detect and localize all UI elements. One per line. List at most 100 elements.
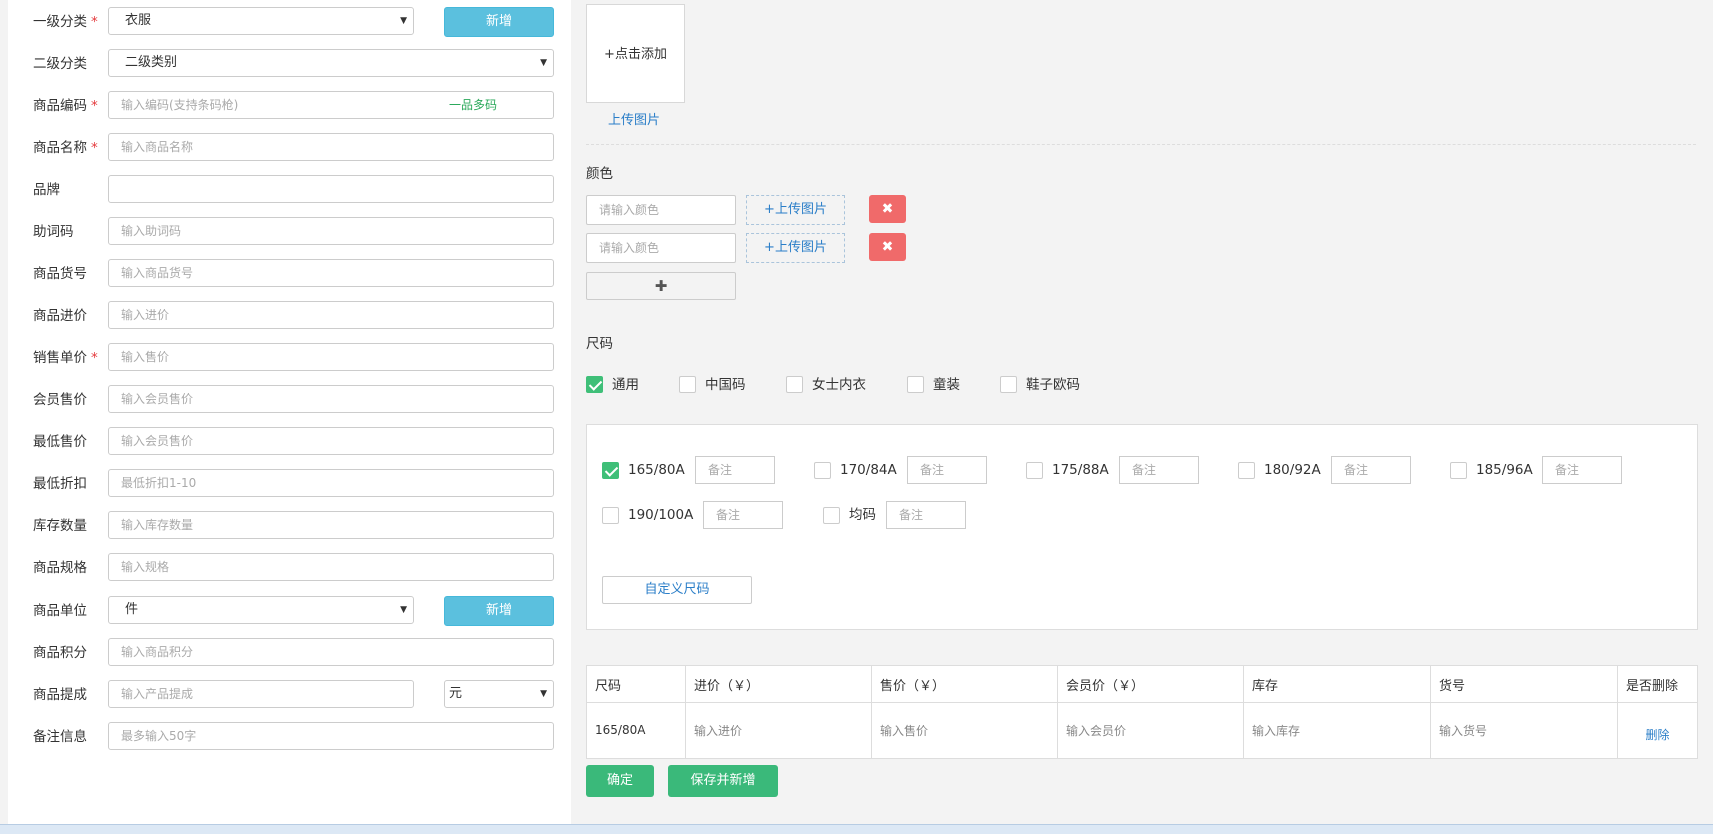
size-tab-label: 童装 [933,377,960,393]
member-price-cell-input[interactable]: 输入会员价 [1066,724,1126,738]
remark-input[interactable] [108,722,554,750]
stock-label: 库存数量 [33,518,87,534]
cell-size: 165/80A [586,702,686,759]
header-sale: 售价（￥） [871,665,1058,703]
category1-label: 一级分类 * [33,14,98,30]
delete-row-link[interactable]: 删除 [1617,702,1698,759]
cell-sale[interactable]: 输入售价 [871,702,1058,759]
cell-member[interactable]: 输入会员价 [1057,702,1244,759]
checkbox-165-80a[interactable] [602,462,619,479]
chevron-down-icon: ▼ [400,16,407,26]
add-unit-button[interactable]: 新增 [444,596,554,626]
divider [586,144,1696,145]
name-input[interactable] [108,133,554,161]
checkbox-shoes[interactable] [1000,376,1017,393]
checkbox-190-100a[interactable] [602,507,619,524]
custom-size-button[interactable]: 自定义尺码 [602,576,752,604]
header-item-no: 货号 [1430,665,1618,703]
checkbox-general[interactable] [586,376,603,393]
spec-input[interactable] [108,553,554,581]
commission-input[interactable] [108,680,414,708]
size-option-label: 170/84A [840,462,897,478]
image-upload-box[interactable]: +点击添加 [586,4,685,103]
sale-price-cell-input[interactable]: 输入售价 [880,724,928,738]
add-category-button[interactable]: 新增 [444,7,554,37]
spec-panel: +点击添加 上传图片 颜色 +上传图片 ✖ +上传图片 ✖ ✚ 尺码 通用 中国… [586,0,1713,833]
item-no-row: 商品货号 [8,259,571,289]
sale-price-label: 销售单价 * [33,350,98,366]
table-row: 165/80A 输入进价 输入售价 输入会员价 输入库存 输入货号 删除 [586,702,1698,759]
points-input[interactable] [108,638,554,666]
checkbox-170-84a[interactable] [814,462,831,479]
size-option-label: 均码 [849,507,876,523]
commission-row: 商品提成 元 ▼ [8,680,571,710]
purchase-price-cell-input[interactable]: 输入进价 [694,724,742,738]
remark-row: 备注信息 [8,722,571,752]
member-price-row: 会员售价 [8,385,571,415]
save-and-new-button[interactable]: 保存并新增 [668,765,778,797]
confirm-button[interactable]: 确定 [586,765,654,797]
delete-color-button-2[interactable]: ✖ [869,233,906,261]
checkbox-180-92a[interactable] [1238,462,1255,479]
chevron-down-icon: ▼ [400,605,407,615]
checkbox-one-size[interactable] [823,507,840,524]
checkbox-185-96a[interactable] [1450,462,1467,479]
size-note-input[interactable] [695,456,775,484]
category2-select[interactable]: 二级类别 ▼ [108,49,554,77]
sale-price-input[interactable] [108,343,554,371]
size-note-input[interactable] [907,456,987,484]
color-input-1[interactable] [586,195,736,225]
cell-item-no[interactable]: 输入货号 [1430,702,1618,759]
checkbox-175-88a[interactable] [1026,462,1043,479]
delete-color-button-1[interactable]: ✖ [869,195,906,223]
checkbox-china[interactable] [679,376,696,393]
commission-unit-select[interactable]: 元 ▼ [444,680,554,708]
min-price-input[interactable] [108,427,554,455]
size-note-input[interactable] [886,501,966,529]
color-upload-button-2[interactable]: +上传图片 [746,233,845,263]
size-note-input[interactable] [1331,456,1411,484]
commission-unit-value: 元 [449,686,463,701]
category2-label: 二级分类 [33,56,87,72]
mnemonic-row: 助词码 [8,217,571,247]
multi-code-link[interactable]: 一品多码 [449,91,497,119]
chevron-down-icon: ▼ [540,58,547,68]
min-price-label: 最低售价 [33,434,87,450]
color-input-2[interactable] [586,233,736,263]
header-purchase: 进价（￥） [685,665,872,703]
cell-stock[interactable]: 输入库存 [1243,702,1431,759]
sku-table: 尺码 进价（￥） 售价（￥） 会员价（￥） 库存 货号 是否删除 165/80A… [586,665,1698,759]
checkbox-lingerie[interactable] [786,376,803,393]
upload-image-link[interactable]: 上传图片 [608,109,660,128]
table-header-row: 尺码 进价（￥） 售价（￥） 会员价（￥） 库存 货号 是否删除 [586,665,1698,703]
mnemonic-input[interactable] [108,217,554,245]
member-price-input[interactable] [108,385,554,413]
size-note-input[interactable] [703,501,783,529]
min-discount-input[interactable] [108,469,554,497]
size-note-input[interactable] [1119,456,1199,484]
mnemonic-label: 助词码 [33,224,74,240]
color-upload-button-1[interactable]: +上传图片 [746,195,845,225]
size-option-label: 190/100A [628,507,694,523]
add-color-button[interactable]: ✚ [586,272,736,300]
min-discount-label: 最低折扣 [33,476,87,492]
checkbox-kids[interactable] [907,376,924,393]
purchase-price-label: 商品进价 [33,308,87,324]
category2-row: 二级分类 二级类别 ▼ [8,49,571,79]
stock-input[interactable] [108,511,554,539]
unit-select[interactable]: 件 ▼ [108,596,414,624]
brand-input[interactable] [108,175,554,203]
size-value: 165/80A [595,723,646,737]
category1-select[interactable]: 衣服 ▼ [108,7,414,35]
stock-cell-input[interactable]: 输入库存 [1252,724,1300,738]
spec-label: 商品规格 [33,560,87,576]
cell-purchase[interactable]: 输入进价 [685,702,872,759]
purchase-price-row: 商品进价 [8,301,571,331]
purchase-price-input[interactable] [108,301,554,329]
category1-value: 衣服 [125,13,152,28]
item-no-cell-input[interactable]: 输入货号 [1439,724,1487,738]
item-no-input[interactable] [108,259,554,287]
header-size: 尺码 [586,665,686,703]
header-stock: 库存 [1243,665,1431,703]
size-note-input[interactable] [1542,456,1622,484]
